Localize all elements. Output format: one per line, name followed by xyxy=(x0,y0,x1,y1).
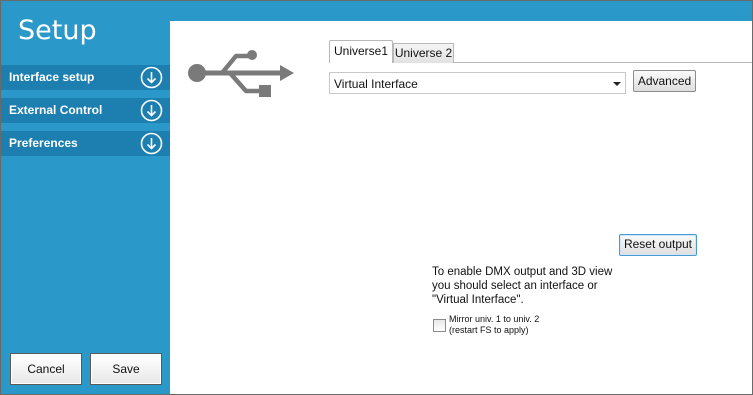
arrow-down-circle-icon[interactable] xyxy=(140,66,163,89)
interface-select[interactable]: Virtual Interface xyxy=(329,72,626,94)
save-button[interactable]: Save xyxy=(90,353,162,385)
sidebar-item-label: Preferences xyxy=(9,136,78,150)
arrow-down-circle-icon[interactable] xyxy=(140,132,163,155)
sidebar-item-preferences[interactable]: Preferences xyxy=(1,131,170,156)
mirror-label-line: Mirror univ. 1 to univ. 2 xyxy=(449,314,540,324)
dmx-hint-text: To enable DMX output and 3D view you sho… xyxy=(432,265,632,307)
mirror-label-note: (restart FS to apply) xyxy=(449,325,529,335)
sidebar-title: Setup xyxy=(18,15,97,46)
cancel-button[interactable]: Cancel xyxy=(10,353,82,385)
hint-line: you should select an interface or xyxy=(432,280,598,292)
hint-line: "Virtual Interface". xyxy=(432,294,524,306)
sidebar-item-label: External Control xyxy=(9,103,103,117)
usb-icon xyxy=(188,50,294,97)
mirror-checkbox[interactable] xyxy=(433,319,446,332)
advanced-button[interactable]: Advanced xyxy=(633,70,696,92)
sidebar-item-external-control[interactable]: External Control xyxy=(1,98,170,123)
top-bar xyxy=(170,1,752,21)
sidebar-item-interface-setup[interactable]: Interface setup xyxy=(1,65,170,90)
arrow-down-circle-icon[interactable] xyxy=(140,99,163,122)
reset-output-button[interactable]: Reset output xyxy=(619,234,697,256)
sidebar-item-label: Interface setup xyxy=(9,70,95,84)
chevron-down-icon[interactable] xyxy=(613,82,621,86)
mirror-checkbox-label[interactable]: Mirror univ. 1 to univ. 2 (restart FS to… xyxy=(449,314,539,336)
hint-line: To enable DMX output and 3D view xyxy=(432,266,613,278)
tab-universe-1[interactable]: Universe1 xyxy=(329,40,393,63)
interface-select-value: Virtual Interface xyxy=(334,77,418,91)
tab-universe-2[interactable]: Universe 2 xyxy=(393,43,454,63)
sidebar: Setup Interface setup External Control P… xyxy=(1,1,170,394)
